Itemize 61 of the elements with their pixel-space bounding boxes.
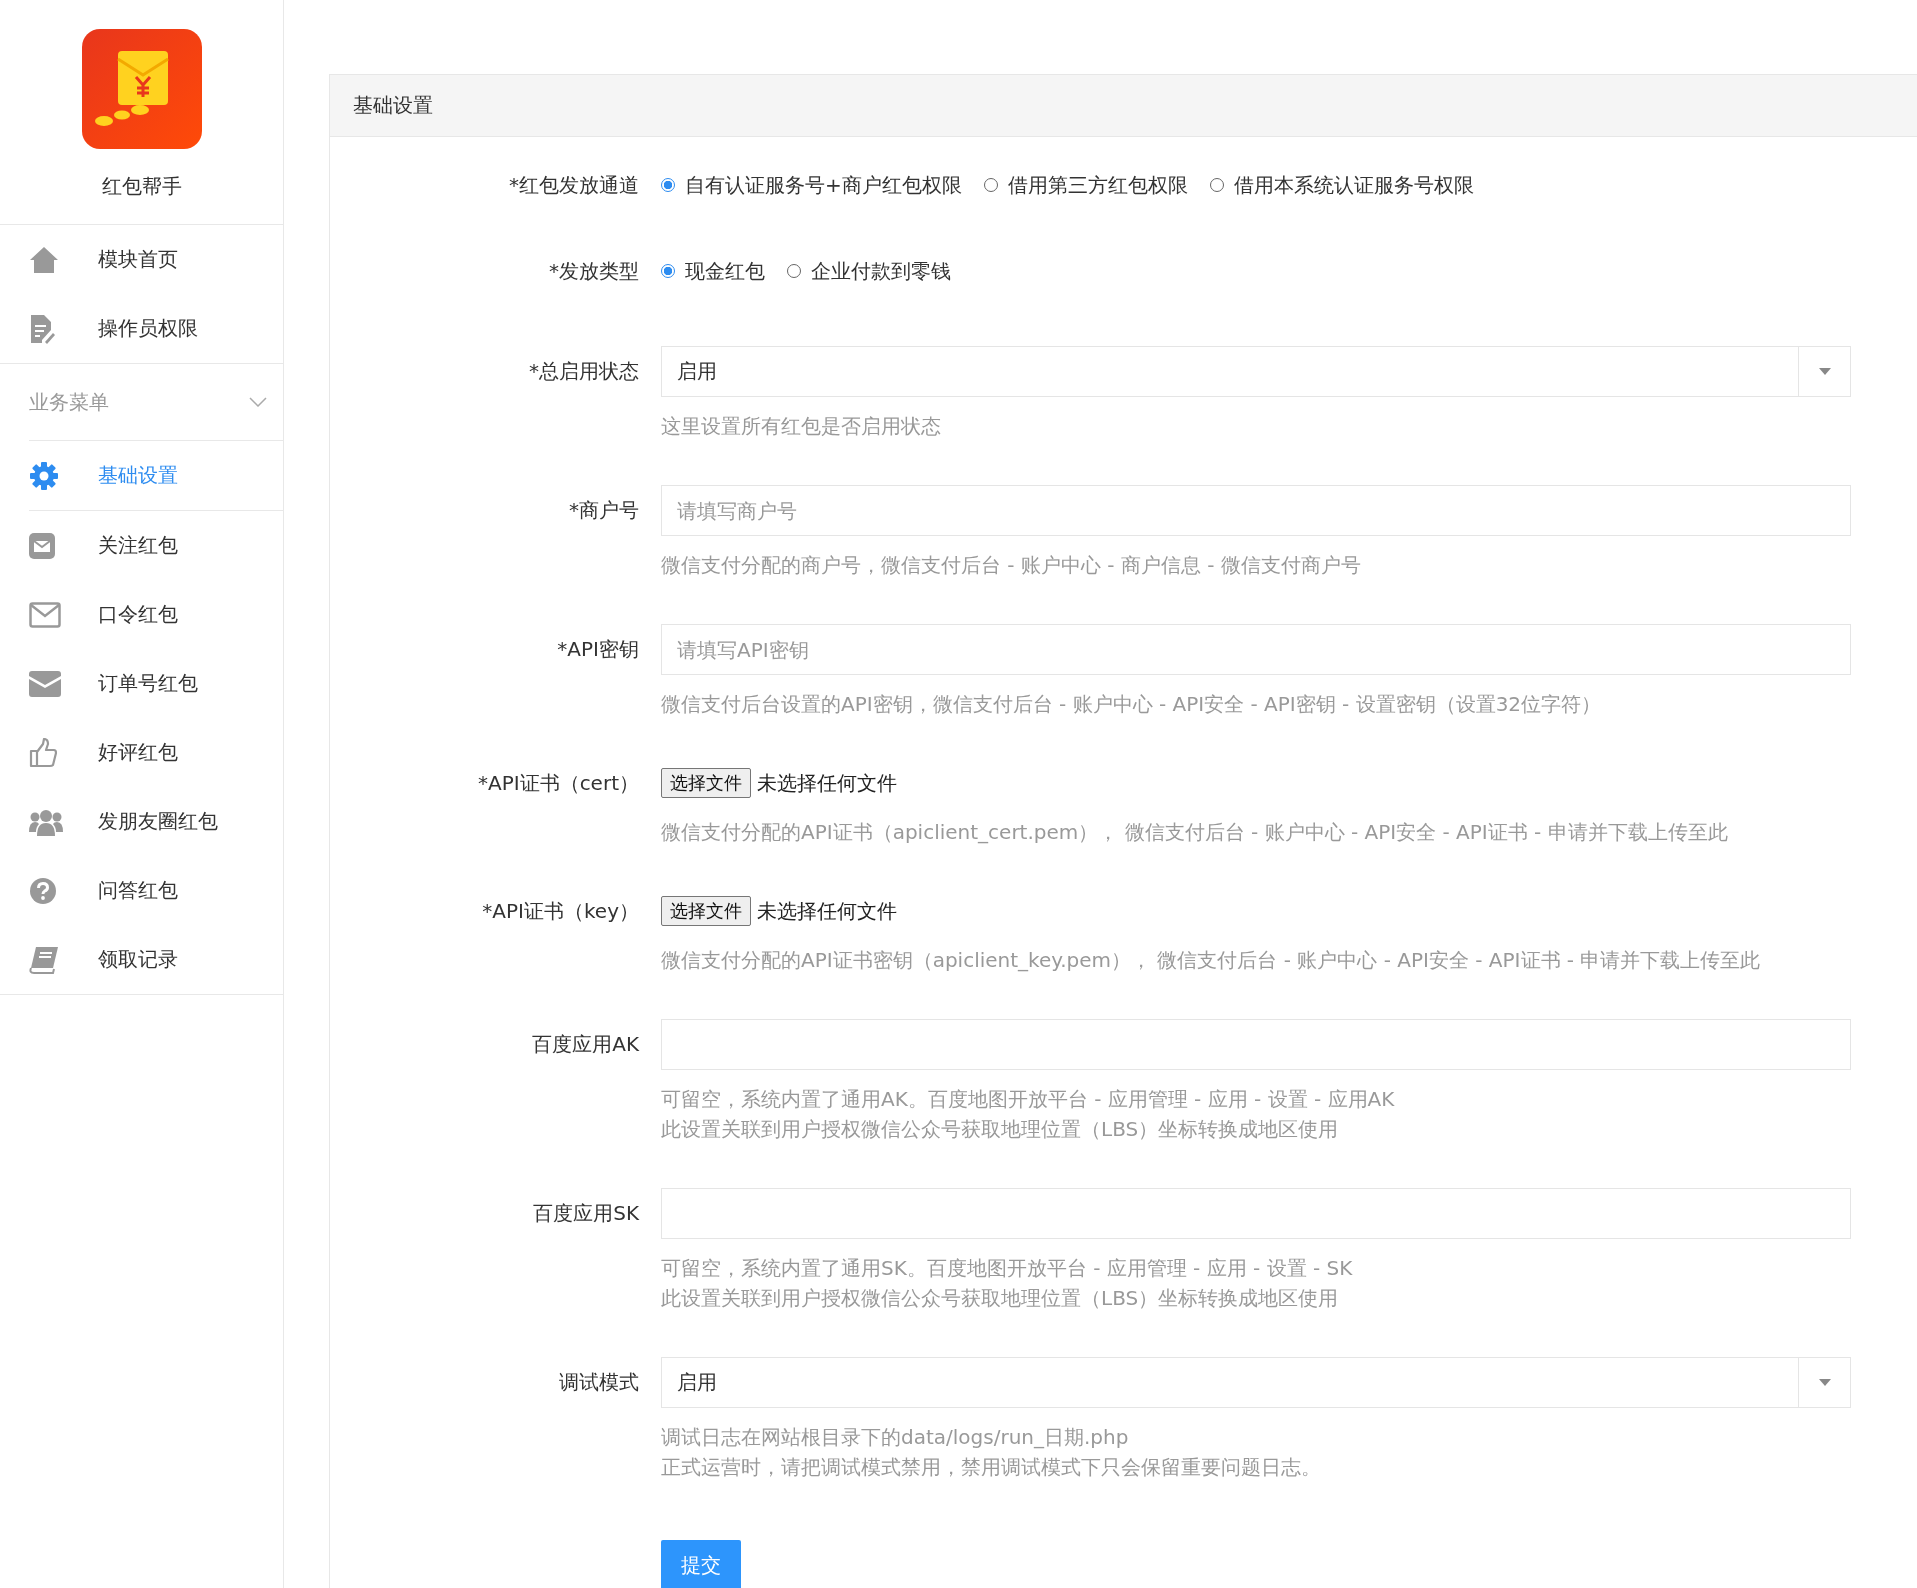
help-text: 此设置关联到用户授权微信公众号获取地理位置（LBS）坐标转换成地区使用 (661, 1285, 1340, 1312)
input-field[interactable] (661, 1188, 1851, 1239)
envelope-icon (29, 532, 55, 559)
input-field[interactable] (661, 1019, 1851, 1070)
radio-label: 现金红包 (685, 257, 765, 285)
nav-item[interactable]: 问答红包 (0, 856, 283, 925)
nav-item[interactable]: 发朋友圈红包 (0, 787, 283, 856)
nav-item[interactable]: 模块首页 (0, 225, 283, 294)
nav-item[interactable]: 订单号红包 (0, 649, 283, 718)
book-icon (29, 945, 59, 974)
thumbs-up-icon (29, 737, 57, 768)
input-field[interactable]: 请填写API密钥 (661, 624, 1851, 675)
choose-file-button[interactable]: 选择文件 (661, 768, 751, 798)
help-text: 微信支付分配的商户号，微信支付后台 - 账户中心 - 商户信息 - 微信支付商户号 (661, 552, 1362, 579)
select-dropdown[interactable]: 启用 (661, 1357, 1851, 1408)
nav-item[interactable]: 好评红包 (0, 718, 283, 787)
home-icon (29, 245, 59, 274)
file-status: 未选择任何文件 (757, 897, 897, 925)
help-text: 微信支付分配的API证书密钥（apiclient_key.pem）， 微信支付后台 - 账户中心 - API安全 - API证书 - 申请并下载上传至此 (661, 947, 1762, 974)
field-label: *发放类型 (548, 258, 640, 285)
chevron-icon (249, 397, 267, 407)
radio-button[interactable] (661, 264, 675, 278)
help-text: 微信支付后台设置的API密钥，微信支付后台 - 账户中心 - API安全 - API密钥 - 设置密钥（设置32位字符） (661, 691, 1603, 718)
help-text: 可留空，系统内置了通用SK。百度地图开放平台 - 应用管理 - 应用 - 设置 - SK (661, 1255, 1354, 1282)
radio-option[interactable]: 现金红包 (661, 257, 765, 285)
nav-item[interactable]: 操作员权限 (0, 294, 283, 363)
caret-icon (1818, 1379, 1831, 1386)
app-name: 红包帮手 (101, 173, 182, 200)
field-label: *API证书（key） (481, 898, 640, 925)
nav-item[interactable]: 领取记录 (0, 925, 283, 994)
envelope-icon (29, 601, 61, 628)
field-label: *红包发放通道 (508, 172, 640, 199)
nav-item[interactable]: 关注红包 (0, 511, 283, 580)
help-text: 微信支付分配的API证书（apiclient_cert.pem）， 微信支付后台 - 账户中心 - API安全 - API证书 - 申请并下载上传至此 (661, 819, 1729, 846)
help-icon (29, 876, 57, 905)
envelope-icon (29, 670, 61, 697)
nav-item[interactable]: 口令红包 (0, 580, 283, 649)
help-text: 这里设置所有红包是否启用状态 (661, 413, 942, 440)
users-icon (29, 807, 63, 836)
file-status: 未选择任何文件 (757, 769, 897, 797)
caret-icon (1818, 368, 1831, 375)
radio-button[interactable] (661, 178, 675, 192)
help-text: 此设置关联到用户授权微信公众号获取地理位置（LBS）坐标转换成地区使用 (661, 1116, 1340, 1143)
panel-title: 基础设置 (353, 92, 433, 119)
input-field[interactable]: 请填写商户号 (661, 485, 1851, 536)
field-label: 百度应用SK (532, 1200, 640, 1227)
document-icon (29, 313, 55, 344)
nav-item[interactable]: 基础设置 (29, 441, 283, 511)
field-label: *商户号 (568, 497, 640, 524)
help-text: 正式运营时，请把调试模式禁用，禁用调试模式下只会保留重要问题日志。 (661, 1454, 1322, 1481)
help-text: 可留空，系统内置了通用AK。百度地图开放平台 - 应用管理 - 应用 - 设置 - 应用AK (661, 1086, 1396, 1113)
choose-file-button[interactable]: 选择文件 (661, 896, 751, 926)
settings-icon (29, 460, 59, 491)
select-dropdown[interactable]: 启用 (661, 346, 1851, 397)
logo-icon (81, 29, 202, 149)
help-text: 调试日志在网站根目录下的data/logs/run_日期.php (661, 1424, 1130, 1451)
field-label: *API密钥 (556, 636, 640, 663)
field-label: 调试模式 (558, 1369, 640, 1396)
field-label: *API证书（cert） (477, 770, 640, 797)
field-label: *总启用状态 (528, 358, 640, 385)
field-label: 百度应用AK (531, 1031, 640, 1058)
